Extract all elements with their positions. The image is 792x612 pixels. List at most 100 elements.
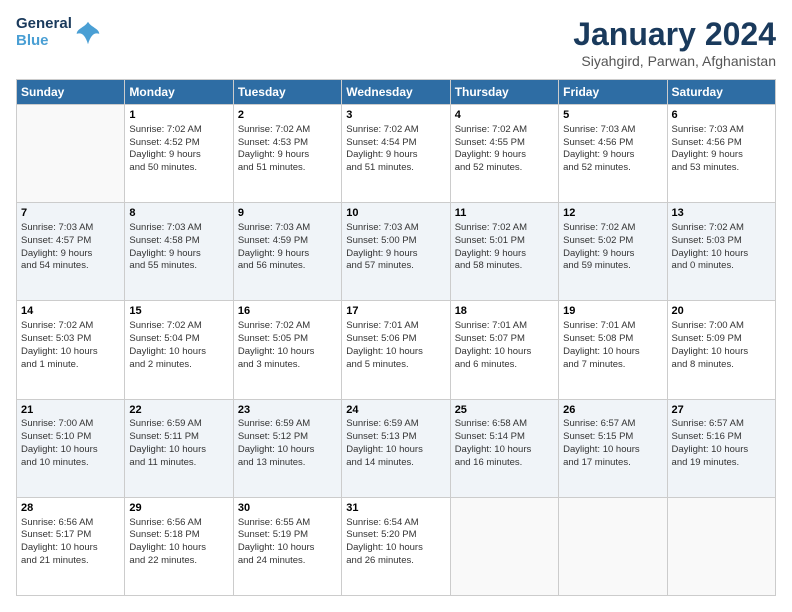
day-info-line: Daylight: 10 hours bbox=[21, 444, 120, 457]
day-number: 17 bbox=[346, 304, 445, 319]
day-info-line: and 5 minutes. bbox=[346, 359, 445, 372]
day-number: 12 bbox=[563, 206, 662, 221]
day-info-line: Daylight: 10 hours bbox=[346, 346, 445, 359]
day-number: 30 bbox=[238, 501, 337, 516]
day-info-line: Sunset: 5:00 PM bbox=[346, 235, 445, 248]
day-info-line: Sunset: 4:56 PM bbox=[563, 137, 662, 150]
calendar-week-row: 21Sunrise: 7:00 AMSunset: 5:10 PMDayligh… bbox=[17, 399, 776, 497]
calendar-day-header: Tuesday bbox=[233, 80, 341, 105]
day-info-line: Sunset: 4:56 PM bbox=[672, 137, 771, 150]
day-info-line: and 54 minutes. bbox=[21, 260, 120, 273]
calendar-cell: 8Sunrise: 7:03 AMSunset: 4:58 PMDaylight… bbox=[125, 203, 233, 301]
day-number: 9 bbox=[238, 206, 337, 221]
day-info-line: Sunset: 4:59 PM bbox=[238, 235, 337, 248]
day-info-line: and 58 minutes. bbox=[455, 260, 554, 273]
day-info-line: Daylight: 10 hours bbox=[455, 346, 554, 359]
day-info-line: and 10 minutes. bbox=[21, 457, 120, 470]
day-info-line: and 14 minutes. bbox=[346, 457, 445, 470]
day-number: 3 bbox=[346, 108, 445, 123]
day-info-line: Sunrise: 7:02 AM bbox=[455, 222, 554, 235]
day-info-line: Sunset: 5:20 PM bbox=[346, 529, 445, 542]
day-number: 15 bbox=[129, 304, 228, 319]
calendar-day-header: Wednesday bbox=[342, 80, 450, 105]
day-info-line: and 50 minutes. bbox=[129, 162, 228, 175]
day-info-line: and 1 minute. bbox=[21, 359, 120, 372]
calendar-cell bbox=[667, 497, 775, 595]
day-info-line: Daylight: 10 hours bbox=[346, 542, 445, 555]
location: Siyahgird, Parwan, Afghanistan bbox=[573, 53, 776, 69]
day-number: 5 bbox=[563, 108, 662, 123]
day-info-line: Daylight: 9 hours bbox=[21, 248, 120, 261]
calendar-cell: 28Sunrise: 6:56 AMSunset: 5:17 PMDayligh… bbox=[17, 497, 125, 595]
day-info-line: Sunrise: 7:01 AM bbox=[563, 320, 662, 333]
day-number: 21 bbox=[21, 403, 120, 418]
day-info-line: Daylight: 10 hours bbox=[455, 444, 554, 457]
day-info-line: and 56 minutes. bbox=[238, 260, 337, 273]
day-info-line: Daylight: 9 hours bbox=[672, 149, 771, 162]
day-info-line: and 16 minutes. bbox=[455, 457, 554, 470]
day-number: 6 bbox=[672, 108, 771, 123]
day-number: 18 bbox=[455, 304, 554, 319]
day-number: 20 bbox=[672, 304, 771, 319]
day-info-line: Sunset: 5:06 PM bbox=[346, 333, 445, 346]
day-info-line: Sunset: 5:16 PM bbox=[672, 431, 771, 444]
calendar-cell bbox=[450, 497, 558, 595]
day-info-line: Daylight: 10 hours bbox=[563, 444, 662, 457]
calendar-cell: 17Sunrise: 7:01 AMSunset: 5:06 PMDayligh… bbox=[342, 301, 450, 399]
day-info-line: Daylight: 10 hours bbox=[21, 542, 120, 555]
calendar-day-header: Sunday bbox=[17, 80, 125, 105]
calendar-cell: 6Sunrise: 7:03 AMSunset: 4:56 PMDaylight… bbox=[667, 105, 775, 203]
calendar-cell: 19Sunrise: 7:01 AMSunset: 5:08 PMDayligh… bbox=[559, 301, 667, 399]
calendar-cell: 4Sunrise: 7:02 AMSunset: 4:55 PMDaylight… bbox=[450, 105, 558, 203]
day-info-line: Sunrise: 7:00 AM bbox=[672, 320, 771, 333]
calendar-cell: 15Sunrise: 7:02 AMSunset: 5:04 PMDayligh… bbox=[125, 301, 233, 399]
day-info-line: Sunset: 5:12 PM bbox=[238, 431, 337, 444]
day-info-line: Sunrise: 6:57 AM bbox=[672, 418, 771, 431]
day-info-line: and 13 minutes. bbox=[238, 457, 337, 470]
calendar-cell: 21Sunrise: 7:00 AMSunset: 5:10 PMDayligh… bbox=[17, 399, 125, 497]
day-info-line: Daylight: 10 hours bbox=[672, 444, 771, 457]
day-info-line: and 53 minutes. bbox=[672, 162, 771, 175]
day-info-line: Sunset: 4:57 PM bbox=[21, 235, 120, 248]
day-number: 19 bbox=[563, 304, 662, 319]
month-title: January 2024 bbox=[573, 16, 776, 53]
calendar-cell: 1Sunrise: 7:02 AMSunset: 4:52 PMDaylight… bbox=[125, 105, 233, 203]
day-info-line: Daylight: 9 hours bbox=[455, 149, 554, 162]
day-info-line: and 24 minutes. bbox=[238, 555, 337, 568]
day-info-line: Sunrise: 7:03 AM bbox=[346, 222, 445, 235]
day-info-line: Daylight: 10 hours bbox=[21, 346, 120, 359]
day-info-line: Daylight: 9 hours bbox=[563, 248, 662, 261]
calendar-cell bbox=[559, 497, 667, 595]
day-number: 31 bbox=[346, 501, 445, 516]
day-info-line: Daylight: 10 hours bbox=[129, 444, 228, 457]
calendar-cell: 25Sunrise: 6:58 AMSunset: 5:14 PMDayligh… bbox=[450, 399, 558, 497]
day-info-line: and 59 minutes. bbox=[563, 260, 662, 273]
day-info-line: Sunrise: 7:02 AM bbox=[21, 320, 120, 333]
day-info-line: Daylight: 9 hours bbox=[129, 149, 228, 162]
day-info-line: and 0 minutes. bbox=[672, 260, 771, 273]
day-info-line: Sunrise: 7:02 AM bbox=[238, 124, 337, 137]
calendar-week-row: 14Sunrise: 7:02 AMSunset: 5:03 PMDayligh… bbox=[17, 301, 776, 399]
day-info-line: Sunrise: 7:02 AM bbox=[129, 124, 228, 137]
day-info-line: Daylight: 10 hours bbox=[129, 346, 228, 359]
calendar-cell: 23Sunrise: 6:59 AMSunset: 5:12 PMDayligh… bbox=[233, 399, 341, 497]
day-info-line: Sunset: 5:11 PM bbox=[129, 431, 228, 444]
calendar-cell: 14Sunrise: 7:02 AMSunset: 5:03 PMDayligh… bbox=[17, 301, 125, 399]
day-number: 7 bbox=[21, 206, 120, 221]
day-info-line: Daylight: 9 hours bbox=[455, 248, 554, 261]
day-info-line: and 57 minutes. bbox=[346, 260, 445, 273]
calendar-cell bbox=[17, 105, 125, 203]
calendar-week-row: 28Sunrise: 6:56 AMSunset: 5:17 PMDayligh… bbox=[17, 497, 776, 595]
day-info-line: Daylight: 10 hours bbox=[238, 346, 337, 359]
calendar-cell: 10Sunrise: 7:03 AMSunset: 5:00 PMDayligh… bbox=[342, 203, 450, 301]
day-info-line: Sunrise: 7:01 AM bbox=[346, 320, 445, 333]
day-number: 22 bbox=[129, 403, 228, 418]
day-number: 24 bbox=[346, 403, 445, 418]
day-info-line: and 3 minutes. bbox=[238, 359, 337, 372]
day-info-line: and 51 minutes. bbox=[346, 162, 445, 175]
day-info-line: Sunrise: 7:03 AM bbox=[129, 222, 228, 235]
day-info-line: Sunset: 5:01 PM bbox=[455, 235, 554, 248]
day-info-line: Sunrise: 6:55 AM bbox=[238, 517, 337, 530]
day-info-line: Daylight: 10 hours bbox=[238, 444, 337, 457]
day-info-line: Sunrise: 7:02 AM bbox=[346, 124, 445, 137]
